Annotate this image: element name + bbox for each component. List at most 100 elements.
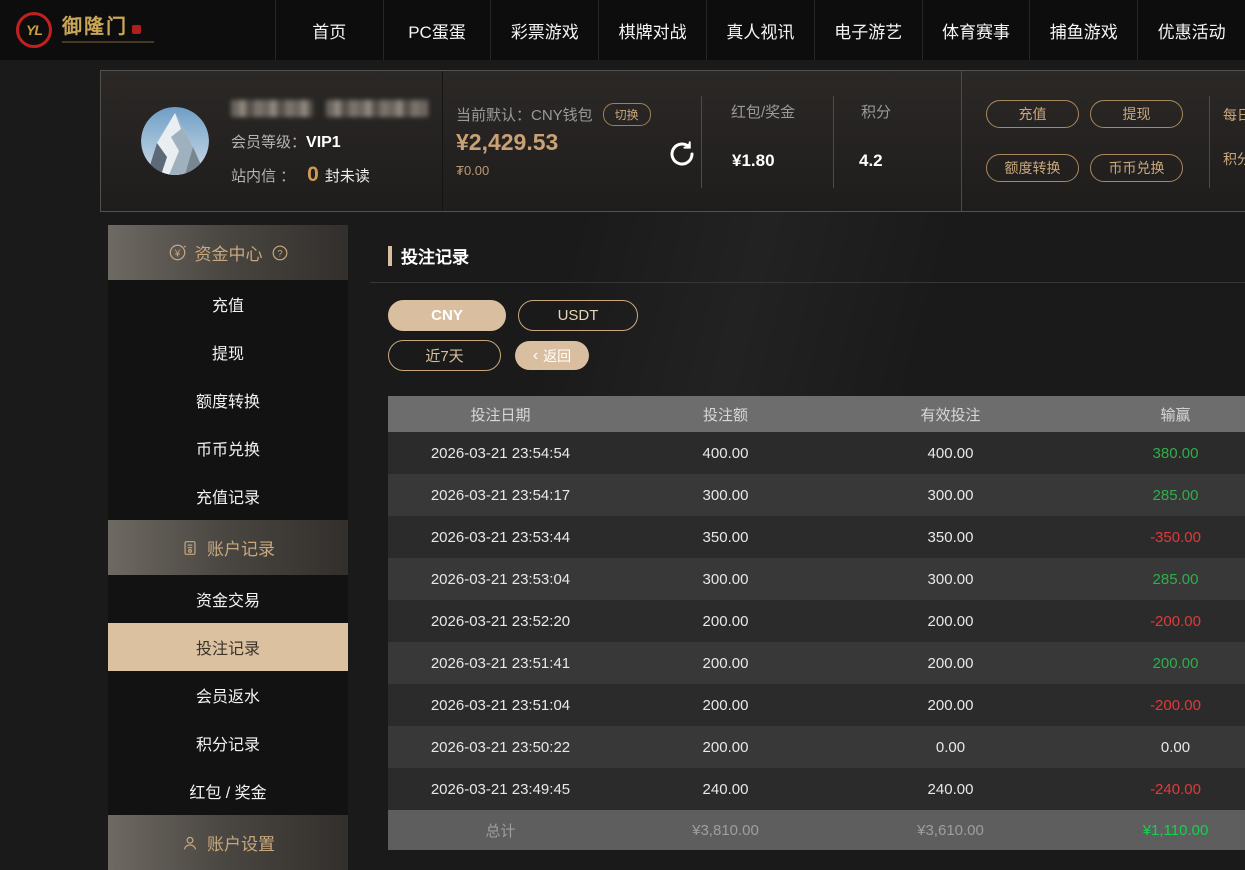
inbox-link[interactable]: 站内信 ： 0 封未读: [231, 163, 370, 187]
panel-divider: [1209, 96, 1210, 188]
nav-item[interactable]: 彩票游戏: [490, 0, 598, 60]
inbox-unread-suffix: 封未读: [325, 165, 370, 186]
nav-item[interactable]: 优惠活动: [1137, 0, 1245, 60]
logo-monogram: YL: [26, 22, 42, 38]
edge-partial-label[interactable]: 积分: [1223, 149, 1245, 169]
range-7days-button[interactable]: 近7天: [388, 340, 501, 371]
user-panel: 会员等级：VIP1 站内信 ： 0 封未读 当前默认：CNY钱包 切换 ¥2,4…: [100, 70, 1245, 212]
nav-items: 首页PC蛋蛋彩票游戏棋牌对战真人视讯电子游艺体育赛事捕鱼游戏优惠活动: [275, 0, 1245, 60]
section-title-row: 投注记录: [388, 243, 469, 268]
logo-seal-icon: [132, 25, 141, 34]
cell-win-loss: -200.00: [1063, 613, 1245, 630]
cell-win-loss: 285.00: [1063, 487, 1245, 504]
cell-valid-bet: 300.00: [838, 487, 1063, 504]
svg-text:?: ?: [277, 248, 282, 259]
top-nav: YL 御隆门 首页PC蛋蛋彩票游戏棋牌对战真人视讯电子游艺体育赛事捕鱼游戏优惠活…: [0, 0, 1245, 60]
ledger-icon: [181, 539, 199, 557]
cell-win-loss: 380.00: [1063, 445, 1245, 462]
cell-bet-amount: 200.00: [613, 655, 838, 672]
wallet-default: 当前默认：CNY钱包 切换: [456, 103, 651, 126]
avatar[interactable]: [141, 107, 209, 175]
member-level: 会员等级：VIP1: [231, 131, 341, 152]
sidebar-item[interactable]: 红包 / 奖金: [108, 767, 348, 815]
red-packet-value: ¥1.80: [732, 151, 775, 171]
cell-bet-date: 2026-03-21 23:53:04: [388, 571, 613, 588]
logo-ring-icon: YL: [16, 12, 52, 48]
nav-item[interactable]: 首页: [275, 0, 383, 60]
nav-item[interactable]: 体育赛事: [922, 0, 1030, 60]
points-value: 4.2: [859, 151, 883, 171]
cell-bet-date: 2026-03-21 23:51:04: [388, 697, 613, 714]
switch-wallet-button[interactable]: 切换: [603, 103, 651, 126]
cell-bet-amount: 350.00: [613, 529, 838, 546]
cell-valid-bet: 240.00: [838, 781, 1063, 798]
sidebar-item[interactable]: 充值记录: [108, 472, 348, 520]
cell-bet-amount: 200.00: [613, 697, 838, 714]
sidebar-section-title: 账户设置: [207, 830, 275, 855]
cell-win-loss: 200.00: [1063, 655, 1245, 672]
cell-valid-bet: 200.00: [838, 613, 1063, 630]
money-cycle-icon: ¥: [168, 243, 187, 262]
table-header-cell: 输赢: [1063, 404, 1245, 425]
username-blurred: [231, 100, 428, 117]
help-icon[interactable]: ?: [271, 244, 289, 262]
table-row: 2026-03-21 23:54:17300.00300.00285.00: [388, 474, 1245, 516]
table-row: 2026-03-21 23:53:44350.00350.00-350.00: [388, 516, 1245, 558]
sidebar-section-header[interactable]: ¥ 资金中心?: [108, 225, 348, 280]
nav-item[interactable]: 电子游艺: [814, 0, 922, 60]
currency-tab-cny[interactable]: CNY: [388, 300, 506, 331]
username-blur-block: [231, 100, 313, 117]
currency-tab-usdt[interactable]: USDT: [518, 300, 638, 331]
refresh-balance-button[interactable]: [667, 139, 697, 169]
sidebar-item[interactable]: 投注记录: [108, 623, 348, 671]
wallet-action-button[interactable]: 充值: [986, 100, 1079, 128]
cell-win-loss: -240.00: [1063, 781, 1245, 798]
cell-bet-date: 2026-03-21 23:53:44: [388, 529, 613, 546]
cell-bet-date: 2026-03-21 23:50:22: [388, 739, 613, 756]
table-total-row: 总计¥3,810.00¥3,610.00¥1,110.00: [388, 810, 1245, 850]
user-icon: [181, 834, 199, 852]
nav-item[interactable]: 真人视讯: [706, 0, 814, 60]
total-cell-win-loss: ¥1,110.00: [1063, 822, 1245, 839]
site-logo[interactable]: YL 御隆门: [0, 0, 275, 60]
points-label: 积分: [861, 101, 891, 122]
cell-bet-amount: 400.00: [613, 445, 838, 462]
logo-name: 御隆门: [62, 17, 128, 37]
table-row: 2026-03-21 23:52:20200.00200.00-200.00: [388, 600, 1245, 642]
nav-item[interactable]: PC蛋蛋: [383, 0, 491, 60]
cell-valid-bet: 0.00: [838, 739, 1063, 756]
cell-valid-bet: 400.00: [838, 445, 1063, 462]
bet-records-table: 投注日期投注额有效投注输赢 2026-03-21 23:54:54400.004…: [388, 396, 1245, 850]
sidebar-section-header[interactable]: 账户设置: [108, 815, 348, 870]
sidebar-item[interactable]: 币币兑换: [108, 424, 348, 472]
cell-bet-amount: 240.00: [613, 781, 838, 798]
sidebar-item[interactable]: 资金交易: [108, 575, 348, 623]
total-cell-bet-amount: ¥3,810.00: [613, 822, 838, 839]
edge-partial-label[interactable]: 每日: [1223, 105, 1245, 125]
table-row: 2026-03-21 23:50:22200.000.000.00: [388, 726, 1245, 768]
cell-bet-date: 2026-03-21 23:51:41: [388, 655, 613, 672]
table-row: 2026-03-21 23:51:04200.00200.00-200.00: [388, 684, 1245, 726]
back-button[interactable]: ‹ 返回: [515, 341, 589, 370]
mountain-avatar-image: [141, 107, 209, 175]
table-header-row: 投注日期投注额有效投注输赢: [388, 396, 1245, 432]
logo-subtitle-line: [62, 41, 154, 43]
sidebar-item[interactable]: 会员返水: [108, 671, 348, 719]
table-header-cell: 投注额: [613, 404, 838, 425]
cell-win-loss: 285.00: [1063, 571, 1245, 588]
table-header-cell: 投注日期: [388, 404, 613, 425]
sidebar: ¥ 资金中心? 充值提现额度转换币币兑换充值记录账户记录资金交易投注记录会员返水积分…: [108, 225, 348, 870]
panel-divider: [442, 71, 443, 211]
sidebar-item[interactable]: 额度转换: [108, 376, 348, 424]
sidebar-section-title: 资金中心: [195, 240, 263, 265]
sidebar-item[interactable]: 积分记录: [108, 719, 348, 767]
wallet-action-button[interactable]: 币币兑换: [1090, 154, 1183, 182]
cny-balance: ¥2,429.53: [456, 129, 558, 156]
nav-item[interactable]: 捕鱼游戏: [1029, 0, 1137, 60]
wallet-action-button[interactable]: 提现: [1090, 100, 1183, 128]
sidebar-item[interactable]: 充值: [108, 280, 348, 328]
nav-item[interactable]: 棋牌对战: [598, 0, 706, 60]
sidebar-section-header[interactable]: 账户记录: [108, 520, 348, 575]
wallet-action-button[interactable]: 额度转换: [986, 154, 1079, 182]
sidebar-item[interactable]: 提现: [108, 328, 348, 376]
